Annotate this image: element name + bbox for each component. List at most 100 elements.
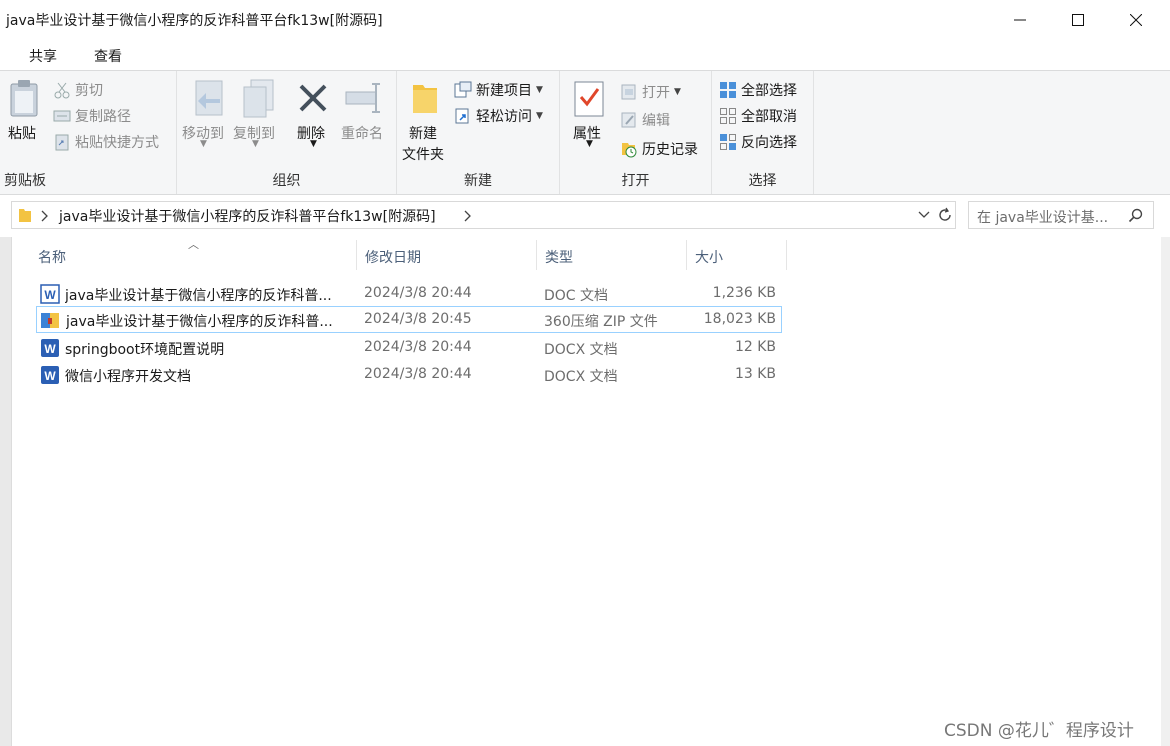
column-header-size[interactable]: 大小 xyxy=(687,240,787,270)
file-size: 12 KB xyxy=(734,339,776,355)
edit-label: 编辑 xyxy=(642,113,670,129)
ribbon-tabs: 共享 查看 ? xyxy=(0,40,1170,104)
open-icon xyxy=(621,84,636,100)
rename-label: 重命名 xyxy=(341,126,383,142)
paste-shortcut-icon xyxy=(55,134,69,151)
column-header-name[interactable]: 名称 xyxy=(30,240,357,270)
navigation-pane[interactable] xyxy=(0,237,12,746)
address-path: java毕业设计基于微信小程序的反诈科普平台fk13w[附源码] xyxy=(59,209,436,225)
select-none-label: 全部取消 xyxy=(741,109,797,125)
file-date: 2024/3/8 20:44 xyxy=(364,366,472,382)
close-button[interactable] xyxy=(1107,0,1165,40)
group-label-open: 打开 xyxy=(621,173,650,189)
maximize-icon xyxy=(1072,14,1084,26)
open-label: 打开 xyxy=(642,85,670,101)
edit-icon xyxy=(621,112,636,128)
new-folder-label-2: 文件夹 xyxy=(402,147,444,163)
new-item-button[interactable]: 新建项目 ▼ xyxy=(454,80,543,100)
file-size: 13 KB xyxy=(734,366,776,382)
svg-text:W: W xyxy=(44,288,56,302)
svg-text:W: W xyxy=(44,342,56,356)
maximize-button[interactable] xyxy=(1049,0,1107,40)
open-caret-icon: ▼ xyxy=(674,87,681,97)
search-icon xyxy=(1128,208,1143,223)
open-button[interactable]: 打开 ▼ xyxy=(620,82,681,102)
chevron-down-icon[interactable] xyxy=(918,211,930,219)
properties-icon xyxy=(574,81,604,117)
file-row[interactable]: W java毕业设计基于微信小程序的反诈科普... 2024/3/8 20:44… xyxy=(36,280,782,307)
group-organize: 移动到 ▼ 复制到 ▼ 删除 ▼ 重命名 组织 xyxy=(177,71,397,194)
file-date: 2024/3/8 20:45 xyxy=(364,311,472,327)
copy-path-button[interactable]: 复制路径 xyxy=(53,106,131,126)
cut-button[interactable]: 剪切 xyxy=(53,80,103,100)
group-label-new: 新建 xyxy=(464,173,492,189)
address-bar-row: java毕业设计基于微信小程序的反诈科普平台fk13w[附源码] 在 java毕… xyxy=(0,195,1170,237)
new-item-caret-icon: ▼ xyxy=(536,85,543,95)
paste-shortcut-button[interactable]: 粘贴快捷方式 xyxy=(53,132,159,152)
group-open: 属性 ▼ 打开 ▼ 编辑 历史记录 打开 xyxy=(560,71,712,194)
column-header-date[interactable]: 修改日期 xyxy=(357,240,537,270)
select-none-icon xyxy=(720,108,736,124)
scissors-icon xyxy=(54,82,70,99)
refresh-icon[interactable] xyxy=(937,207,953,223)
word-docx-icon: W xyxy=(41,339,59,357)
clipboard-icon xyxy=(10,80,38,117)
invert-selection-button[interactable]: 反向选择 xyxy=(719,132,797,152)
file-name: 微信小程序开发文档 xyxy=(65,369,191,385)
file-name: java毕业设计基于微信小程序的反诈科普... xyxy=(65,288,332,304)
chevron-right-icon xyxy=(41,210,48,222)
file-type: DOCX 文档 xyxy=(544,342,618,358)
chevron-right-icon[interactable] xyxy=(464,210,472,222)
invert-selection-icon xyxy=(720,134,736,150)
word-docx-icon: W xyxy=(41,366,59,384)
file-row[interactable]: W springboot环境配置说明 2024/3/8 20:44 DOCX 文… xyxy=(36,334,782,361)
new-item-icon xyxy=(454,81,472,98)
column-header-type[interactable]: 类型 xyxy=(537,240,687,270)
select-none-button[interactable]: 全部取消 xyxy=(719,106,797,126)
zip-archive-icon xyxy=(41,313,59,328)
group-label-organize: 组织 xyxy=(272,173,301,189)
tab-view[interactable]: 查看 xyxy=(94,46,122,66)
select-all-button[interactable]: 全部选择 xyxy=(719,80,797,100)
easy-access-button[interactable]: 轻松访问 ▼ xyxy=(454,106,543,126)
group-label-clipboard: 剪贴板 xyxy=(4,173,46,189)
history-button[interactable]: 历史记录 xyxy=(620,139,698,159)
ribbon: 粘贴 剪切 复制路径 粘贴快捷方式 剪贴板 移动到 ▼ 复制到 ▼ 删除 ▼ 重… xyxy=(0,70,1170,195)
easy-access-label: 轻松访问 xyxy=(476,109,532,125)
file-name: springboot环境配置说明 xyxy=(65,342,225,358)
file-size: 18,023 KB xyxy=(703,311,776,327)
file-date: 2024/3/8 20:44 xyxy=(364,339,472,355)
invert-selection-label: 反向选择 xyxy=(741,135,797,151)
watermark: CSDN @花儿゛程序设计 xyxy=(944,721,1134,741)
search-box[interactable]: 在 java毕业设计基... xyxy=(968,201,1154,229)
new-folder-label-1: 新建 xyxy=(409,126,437,142)
window-title: java毕业设计基于微信小程序的反诈科普平台fk13w[附源码] xyxy=(6,13,383,29)
properties-caret-icon: ▼ xyxy=(586,139,593,149)
move-to-caret-icon: ▼ xyxy=(200,139,207,149)
easy-access-icon xyxy=(455,108,469,124)
copy-to-icon xyxy=(243,79,274,118)
file-date: 2024/3/8 20:44 xyxy=(364,285,472,301)
history-label: 历史记录 xyxy=(642,142,698,158)
group-new: 新建 文件夹 新建项目 ▼ 轻松访问 ▼ 新建 xyxy=(397,71,560,194)
folder-icon xyxy=(19,209,31,222)
vertical-scrollbar[interactable] xyxy=(1161,237,1170,746)
title-bar: java毕业设计基于微信小程序的反诈科普平台fk13w[附源码] xyxy=(0,0,1170,40)
minimize-icon xyxy=(1014,19,1026,21)
paste-label: 粘贴 xyxy=(8,126,36,142)
history-icon xyxy=(622,143,637,158)
edit-button[interactable]: 编辑 xyxy=(620,110,670,130)
easy-access-caret-icon: ▼ xyxy=(536,111,543,121)
paste-shortcut-label: 粘贴快捷方式 xyxy=(75,135,159,151)
address-bar[interactable]: java毕业设计基于微信小程序的反诈科普平台fk13w[附源码] xyxy=(11,201,956,229)
file-row[interactable]: W 微信小程序开发文档 2024/3/8 20:44 DOCX 文档 13 KB xyxy=(36,361,782,388)
file-row-selected[interactable]: java毕业设计基于微信小程序的反诈科普... 2024/3/8 20:45 3… xyxy=(36,306,782,333)
folder-icon xyxy=(413,85,437,113)
minimize-button[interactable] xyxy=(991,0,1049,40)
rename-icon xyxy=(345,83,380,113)
tab-share[interactable]: 共享 xyxy=(29,46,57,66)
search-placeholder: 在 java毕业设计基... xyxy=(977,210,1109,226)
delete-caret-icon: ▼ xyxy=(310,139,317,149)
delete-x-icon xyxy=(299,84,327,112)
select-all-icon xyxy=(720,82,736,98)
